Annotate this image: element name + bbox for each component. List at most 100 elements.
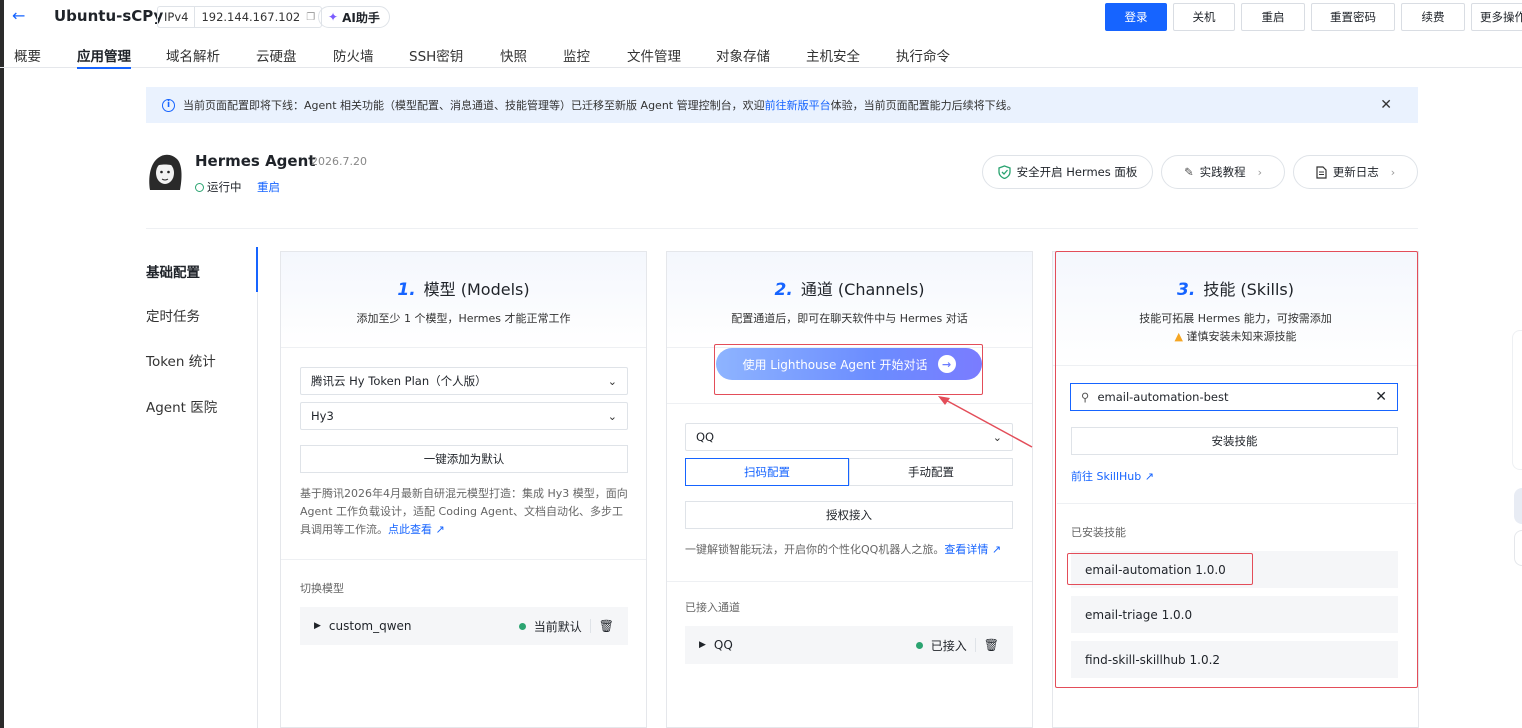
tab-overview[interactable]: 概要: [14, 45, 41, 65]
channel-description-text: 一键解锁智能玩法，开启你的个性化QQ机器人之旅。: [685, 543, 945, 556]
step-number: 2.: [774, 280, 793, 300]
agent-status: 运行中: [195, 179, 242, 195]
sidenav-token-stats[interactable]: Token 统计: [146, 350, 216, 370]
shield-check-icon: [997, 165, 1011, 179]
pencil-icon: ✎: [1183, 165, 1194, 179]
tab-host-security[interactable]: 主机安全: [806, 45, 860, 65]
installed-skills-label: 已安装技能: [1071, 526, 1126, 539]
channels-divider: [667, 581, 1032, 582]
caret-right-icon: ▶: [314, 621, 321, 631]
floating-button-edge[interactable]: [1514, 530, 1522, 566]
ai-assistant-button[interactable]: ✦ AI助手: [318, 6, 390, 28]
model-row-name: custom_qwen: [328, 619, 412, 633]
tab-dns[interactable]: 域名解析: [166, 45, 220, 65]
renew-button[interactable]: 续费: [1401, 3, 1465, 31]
back-arrow-icon[interactable]: ←: [12, 6, 25, 25]
window-edge: [0, 0, 4, 728]
info-icon: i: [162, 98, 175, 112]
start-chat-label: 使用 Lighthouse Agent 开始对话: [742, 357, 928, 372]
chevron-right-icon: ›: [1257, 165, 1263, 179]
external-link-icon: ↗: [432, 523, 445, 536]
connected-channel-row[interactable]: ▶ QQ 已接入 🗑: [685, 626, 1013, 664]
channel-select-value: QQ: [696, 430, 715, 444]
installed-skill-row[interactable]: find-skill-skillhub 1.0.2: [1071, 641, 1398, 678]
models-title: 1. 模型 (Models): [281, 276, 646, 300]
status-dot-icon: [915, 641, 923, 649]
tab-run-command[interactable]: 执行命令: [896, 45, 950, 65]
divider: [974, 638, 976, 652]
tab-ssh-keys[interactable]: SSH密钥: [409, 45, 463, 65]
reset-password-button[interactable]: 重置密码: [1311, 3, 1395, 31]
close-icon[interactable]: ✕: [1380, 97, 1392, 113]
floating-button-edge[interactable]: [1514, 488, 1522, 524]
model-select[interactable]: Hy3 ⌄: [300, 402, 628, 430]
notice-text-after: 体验，当前页面配置能力后续将下线。: [830, 99, 1018, 112]
tab-monitoring[interactable]: 监控: [563, 45, 590, 65]
start-chat-button[interactable]: 使用 Lighthouse Agent 开始对话 →: [716, 348, 982, 380]
provider-select-value: 腾讯云 Hy Token Plan（个人版）: [311, 374, 487, 388]
trash-icon[interactable]: 🗑: [599, 619, 614, 633]
channels-title-text: 通道 (Channels): [800, 280, 925, 299]
ai-assistant-label: AI助手: [342, 10, 380, 25]
models-title-text: 模型 (Models): [423, 280, 530, 299]
clear-icon[interactable]: ✕: [1375, 389, 1387, 405]
agent-restart-link[interactable]: 重启: [257, 179, 280, 195]
authorize-button[interactable]: 授权接入: [685, 501, 1013, 529]
view-details-link[interactable]: 点此查看: [388, 523, 432, 536]
install-skill-button[interactable]: 安装技能: [1071, 427, 1398, 455]
tab-snapshots[interactable]: 快照: [500, 45, 527, 65]
sidenav-scheduled-tasks[interactable]: 定时任务: [146, 305, 200, 325]
floating-panel-edge[interactable]: [1512, 330, 1522, 470]
skillhub-link[interactable]: 前往 SkillHub ↗: [1071, 468, 1154, 484]
sidenav-basic-config[interactable]: 基础配置: [146, 261, 200, 281]
arrow-right-icon: →: [937, 355, 956, 373]
provider-select[interactable]: 腾讯云 Hy Token Plan（个人版） ⌄: [300, 367, 628, 395]
search-icon: ⚲: [1081, 390, 1090, 404]
more-actions-button[interactable]: 更多操作: [1471, 3, 1522, 31]
trash-icon[interactable]: 🗑: [984, 638, 999, 652]
restart-button[interactable]: 重启: [1241, 3, 1305, 31]
tab-file-management[interactable]: 文件管理: [627, 45, 681, 65]
instance-name: Ubuntu-sCPy: [54, 7, 164, 25]
shutdown-button[interactable]: 关机: [1173, 3, 1235, 31]
scan-config-tab[interactable]: 扫码配置: [685, 458, 849, 486]
tab-object-storage[interactable]: 对象存储: [716, 45, 770, 65]
model-description-text: 基于腾讯2026年4月最新自研混元模型打造：集成 Hy3 模型，面向 Agent…: [300, 487, 628, 536]
installed-skill-row[interactable]: email-triage 1.0.0: [1071, 596, 1398, 633]
agent-avatar: [149, 154, 182, 190]
status-text: 运行中: [207, 180, 242, 194]
new-platform-link[interactable]: 前往新版平台: [765, 97, 831, 113]
external-link-icon: ↗: [988, 543, 1002, 556]
section-divider: [146, 228, 1418, 229]
ip-address: 192.144.167.102: [201, 10, 301, 24]
highlight-box: [1067, 553, 1253, 585]
annotation-arrow: [938, 396, 1033, 448]
connected-channel-status: 已接入 🗑: [915, 637, 999, 654]
step-number: 1.: [397, 280, 416, 300]
connected-status-text: 已接入: [930, 638, 967, 653]
tab-bar: 概要 应用管理 域名解析 云硬盘 防火墙 SSH密钥 快照 监控 文件管理 对象…: [0, 36, 1522, 69]
channels-subtitle: 配置通道后，即可在聊天软件中与 Hermes 对话: [731, 312, 968, 325]
tutorial-label: 实践教程: [1199, 165, 1246, 179]
tutorial-button[interactable]: ✎ 实践教程 ›: [1161, 155, 1285, 189]
models-card-header: 1. 模型 (Models) 添加至少 1 个模型，Hermes 才能正常工作: [281, 252, 646, 348]
add-as-default-button[interactable]: 一键添加为默认: [300, 445, 628, 473]
model-row[interactable]: ▶ custom_qwen 当前默认 🗑: [300, 607, 628, 645]
channels-title: 2. 通道 (Channels): [667, 276, 1032, 300]
sidenav-divider: [257, 247, 258, 728]
connected-channel-name: QQ: [713, 638, 733, 652]
skill-search-input[interactable]: ⚲ email-automation-best ✕: [1070, 383, 1398, 411]
tab-cloud-disk[interactable]: 云硬盘: [256, 45, 297, 65]
changelog-button[interactable]: 更新日志 ›: [1293, 155, 1418, 189]
tab-app-management[interactable]: 应用管理: [77, 45, 131, 69]
secure-open-panel-button[interactable]: 安全开启 Hermes 面板: [982, 155, 1153, 189]
notice-text: 当前页面配置即将下线：Agent 相关功能（模型配置、消息通道、技能管理等）已迁…: [183, 99, 765, 112]
view-details-link[interactable]: 查看详情: [944, 543, 988, 556]
manual-config-tab[interactable]: 手动配置: [849, 458, 1013, 486]
switch-model-label: 切换模型: [300, 582, 344, 595]
login-button[interactable]: 登录: [1105, 3, 1167, 31]
sidenav-agent-hospital[interactable]: Agent 医院: [146, 396, 217, 416]
tab-firewall[interactable]: 防火墙: [333, 45, 374, 65]
chevron-down-icon: ⌄: [607, 409, 617, 423]
skill-search-value: email-automation-best: [1097, 390, 1229, 404]
